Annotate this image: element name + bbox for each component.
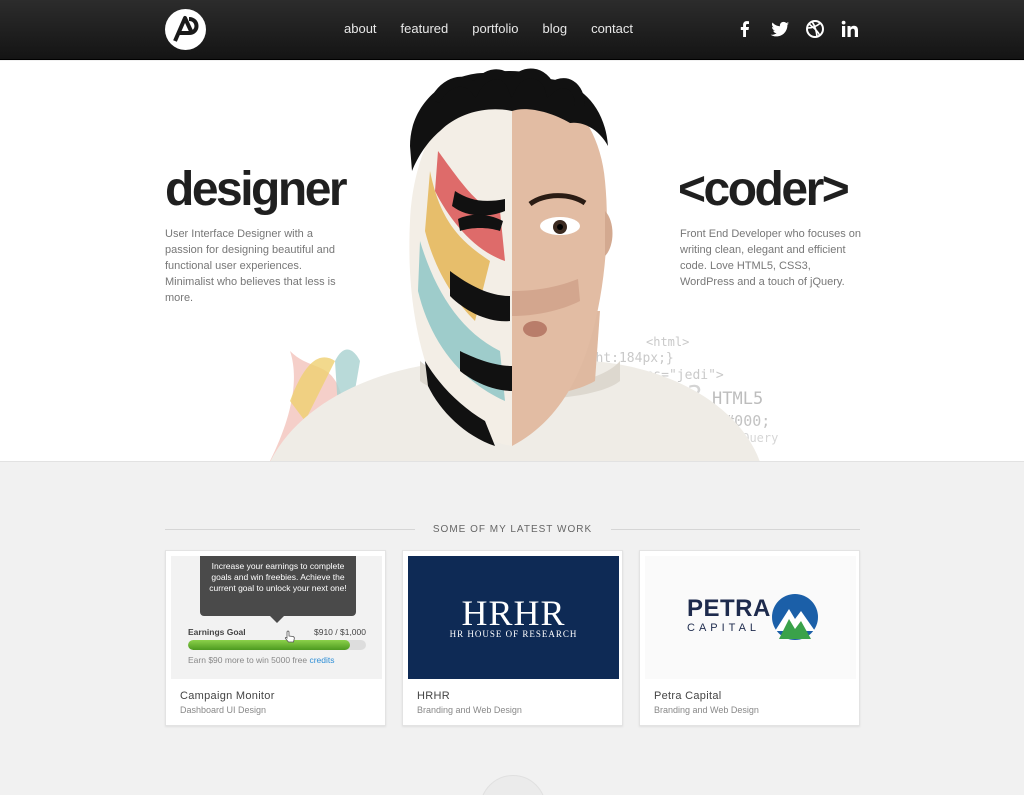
earn-text: Earn $90 more to win 5000 free credits xyxy=(188,655,334,665)
work-card-campaign-monitor[interactable]: Increase your earnings to complete goals… xyxy=(165,550,386,726)
card-subtitle: Dashboard UI Design xyxy=(180,705,267,715)
nav-portfolio[interactable]: portfolio xyxy=(472,21,518,37)
work-card-hrhr[interactable]: HRHR HR HOUSE OF RESEARCH HRHR Branding … xyxy=(402,550,623,726)
hrhr-thumbnail[interactable]: HRHR HR HOUSE OF RESEARCH xyxy=(408,556,619,679)
earn-copy: Earn $90 more to win 5000 free xyxy=(188,655,310,665)
hrhr-logo-subtext: HR HOUSE OF RESEARCH xyxy=(449,629,578,639)
hrhr-logo-text: HRHR xyxy=(461,593,566,633)
hand-cursor-icon xyxy=(284,630,295,643)
card-title[interactable]: HRHR xyxy=(417,690,450,702)
facebook-icon[interactable] xyxy=(735,19,755,39)
goal-label: Earnings Goal xyxy=(188,627,246,637)
campaign-monitor-thumbnail[interactable]: Increase your earnings to complete goals… xyxy=(171,556,382,679)
linkedin-icon[interactable] xyxy=(840,19,860,39)
work-card-petra-capital[interactable]: PETRA CAPITAL Petra Capital Branding and… xyxy=(639,550,860,726)
social-links xyxy=(735,19,860,39)
card-subtitle: Branding and Web Design xyxy=(417,705,522,715)
main-nav: about featured portfolio blog contact xyxy=(344,21,657,37)
nav-contact[interactable]: contact xyxy=(591,21,633,37)
card-subtitle: Branding and Web Design xyxy=(654,705,759,715)
twitter-icon[interactable] xyxy=(770,19,790,39)
card-title[interactable]: Petra Capital xyxy=(654,690,722,702)
card-title[interactable]: Campaign Monitor xyxy=(180,690,275,702)
scroll-down-button[interactable] xyxy=(480,775,546,795)
progress-bar xyxy=(188,640,366,650)
petra-logo-text: PETRA xyxy=(687,595,771,622)
nav-blog[interactable]: blog xyxy=(543,21,568,37)
hero-section: designer User Interface Designer with a … xyxy=(0,61,1024,462)
portrait-illustration xyxy=(270,68,760,461)
divider xyxy=(611,529,860,530)
logo[interactable] xyxy=(165,9,206,50)
petra-capital-thumbnail[interactable]: PETRA CAPITAL xyxy=(645,556,856,679)
credits-link[interactable]: credits xyxy=(309,655,334,665)
progress-fill xyxy=(188,640,350,650)
latest-work-heading: SOME OF MY LATEST WORK xyxy=(165,522,860,538)
petra-mountain-icon xyxy=(772,594,818,640)
nav-about[interactable]: about xyxy=(344,21,377,37)
goal-amount: $910 / $1,000 xyxy=(314,627,366,637)
logo-mark-icon xyxy=(166,10,205,49)
tooltip: Increase your earnings to complete goals… xyxy=(200,556,356,623)
dribbble-icon[interactable] xyxy=(805,19,825,39)
petra-logo-subtext: CAPITAL xyxy=(687,622,761,634)
top-nav-bar: about featured portfolio blog contact xyxy=(0,0,1024,60)
nav-featured[interactable]: featured xyxy=(401,21,449,37)
